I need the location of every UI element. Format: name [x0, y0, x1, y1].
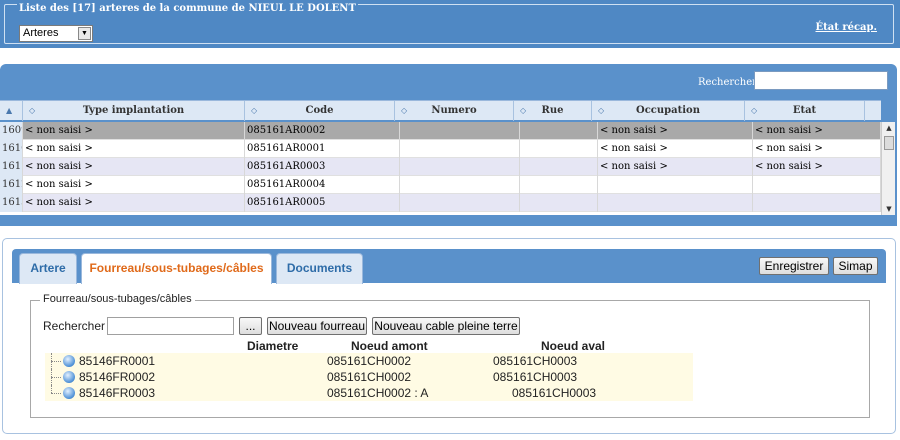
- column-header-etat[interactable]: ◇ Etat: [745, 101, 865, 121]
- search-input[interactable]: [754, 71, 888, 90]
- tree-node[interactable]: 85146FR0002 085161CH0002 085161CH0003: [45, 369, 693, 385]
- arteres-grid-panel: Rechercher : ▲ ◇ Type implantation ◇ Code …: [0, 64, 897, 226]
- column-header-diametre: Diametre: [247, 339, 299, 353]
- enregistrer-button[interactable]: Enregistrer: [759, 257, 829, 275]
- fourreau-icon: [63, 355, 75, 367]
- etat-recap-link[interactable]: État récap.: [816, 22, 878, 33]
- column-header-type[interactable]: ◇ Type implantation: [23, 101, 245, 121]
- tab-documents[interactable]: Documents: [276, 253, 363, 284]
- arteres-fieldset: Liste des [17] arteres de la commune de …: [4, 3, 894, 44]
- sort-icon: ◇: [251, 105, 258, 115]
- column-header-occupation[interactable]: ◇ Occupation: [592, 101, 745, 121]
- fourreau-icon: [63, 387, 75, 399]
- tab-fourreau[interactable]: Fourreau/sous-tubages/câbles: [81, 253, 272, 284]
- sort-icon: ▲: [6, 105, 13, 115]
- rechercher-label: Rechercher: [43, 319, 106, 333]
- column-header-numero[interactable]: ◇ Numero: [395, 101, 514, 121]
- fourreau-tree: 85146FR0001 085161CH0002 085161CH0003 85…: [45, 353, 693, 401]
- view-select[interactable]: Arteres ▼: [19, 25, 93, 42]
- table-row[interactable]: 1612 < non saisi > 085161AR0004: [0, 176, 881, 194]
- scrollbar-thumb[interactable]: [884, 136, 894, 150]
- fourreau-legend: Fourreau/sous-tubages/câbles: [40, 293, 195, 305]
- tab-bar: Artere Fourreau/sous-tubages/câbles Docu…: [12, 249, 886, 284]
- grid-scrollbar[interactable]: ▲ ▼: [881, 122, 895, 215]
- fourreau-icon: [63, 371, 75, 383]
- table-row[interactable]: 1610 < non saisi > 085161AR0001 < non sa…: [0, 140, 881, 158]
- grid-header: ▲ ◇ Type implantation ◇ Code ◇ Numero ◇ Rue …: [0, 100, 881, 121]
- grid-body: 1609 < non saisi > 085161AR0002 < non sa…: [0, 122, 881, 215]
- browse-button[interactable]: ...: [239, 317, 262, 335]
- nouveau-cable-button[interactable]: Nouveau cable pleine terre: [372, 317, 520, 335]
- table-row[interactable]: 1613 < non saisi > 085161AR0005: [0, 194, 881, 212]
- nouveau-fourreau-button[interactable]: Nouveau fourreau: [267, 317, 367, 335]
- column-header-index[interactable]: ▲: [0, 101, 23, 121]
- fourreau-search-input[interactable]: [107, 317, 234, 335]
- scroll-up-icon[interactable]: ▲: [882, 122, 896, 134]
- column-header-rue[interactable]: ◇ Rue: [514, 101, 592, 121]
- view-select-value: Arteres: [23, 27, 59, 39]
- arteres-list-title: Liste des [17] arteres de la commune de …: [17, 3, 358, 14]
- sort-icon: ◇: [520, 105, 527, 115]
- tree-node[interactable]: 85146FR0003 085161CH0002 : A 085161CH000…: [45, 385, 693, 401]
- column-header-code[interactable]: ◇ Code: [245, 101, 395, 121]
- column-header-noeud-aval: Noeud aval: [541, 339, 606, 353]
- scroll-down-icon[interactable]: ▼: [882, 203, 896, 215]
- sort-icon: ◇: [401, 105, 408, 115]
- table-row[interactable]: 1609 < non saisi > 085161AR0002 < non sa…: [0, 122, 881, 140]
- simap-button[interactable]: Simap: [833, 257, 878, 275]
- top-panel: Liste des [17] arteres de la commune de …: [0, 0, 900, 48]
- chevron-down-icon[interactable]: ▼: [78, 27, 91, 40]
- sort-icon: ◇: [598, 105, 605, 115]
- sort-icon: ◇: [751, 105, 758, 115]
- sort-icon: ◇: [29, 105, 36, 115]
- tab-artere[interactable]: Artere: [19, 253, 77, 284]
- tree-node[interactable]: 85146FR0001 085161CH0002 085161CH0003: [45, 353, 693, 369]
- detail-panel: Artere Fourreau/sous-tubages/câbles Docu…: [2, 238, 896, 434]
- fourreau-fieldset: Fourreau/sous-tubages/câbles Rechercher …: [30, 293, 870, 418]
- column-header-noeud-amont: Noeud amont: [351, 339, 428, 353]
- table-row[interactable]: 1611 < non saisi > 085161AR0003 < non sa…: [0, 158, 881, 176]
